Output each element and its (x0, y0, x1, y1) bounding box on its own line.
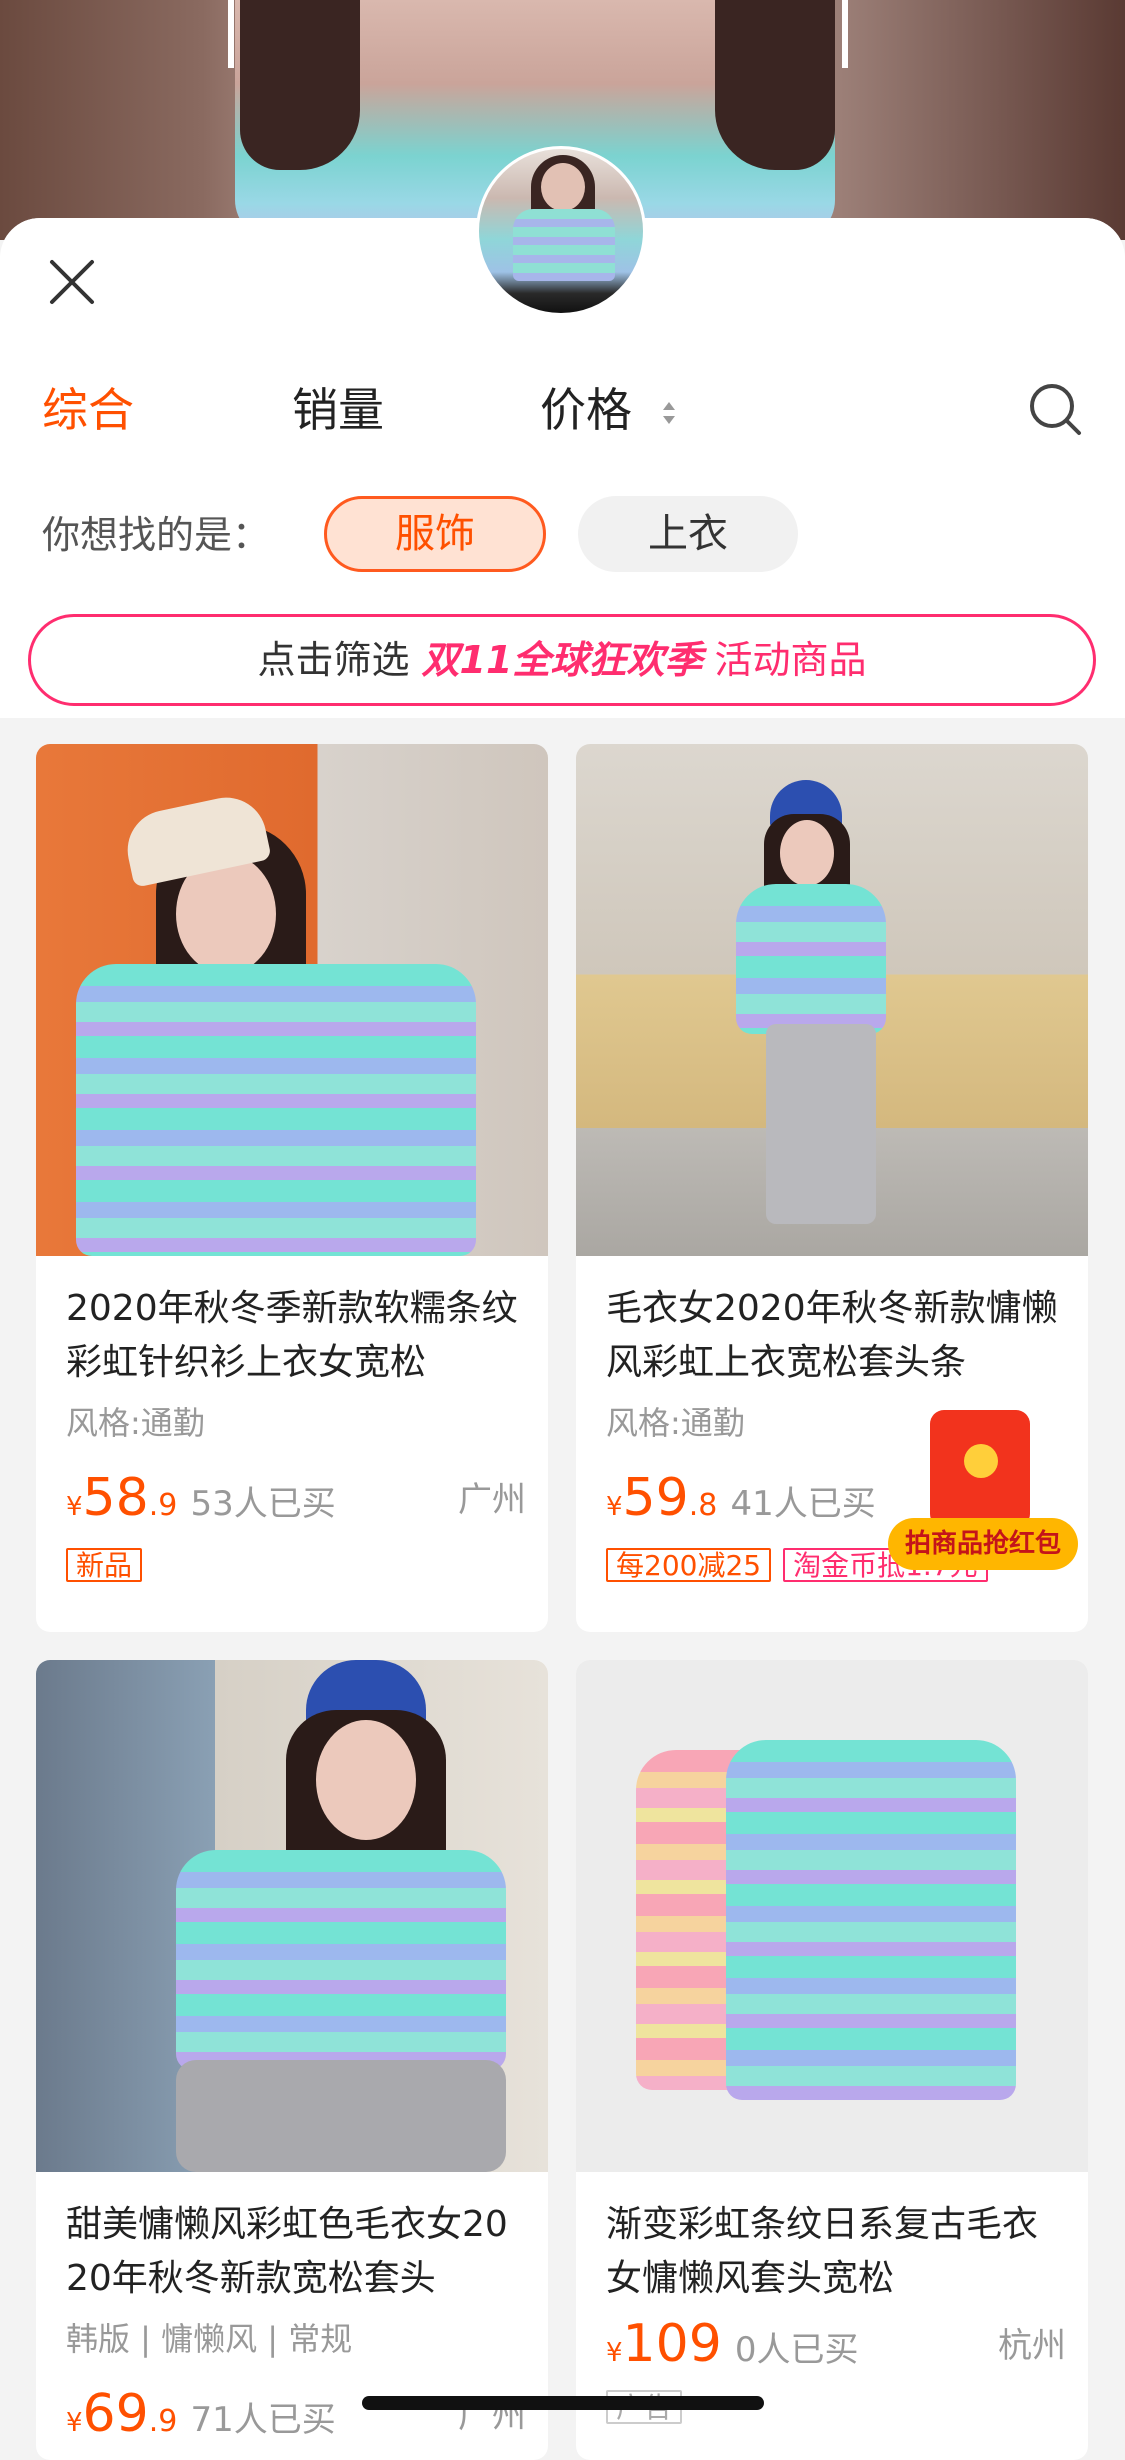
model-face (780, 820, 834, 886)
suggest-label: 你想找的是： (42, 513, 271, 557)
currency-symbol: ¥ (606, 2338, 623, 2368)
price-integer: 59 (622, 1468, 689, 1528)
price-integer: 58 (82, 1468, 149, 1528)
price-row: ¥109 0人已买 杭州 (606, 2314, 1066, 2378)
banner-suffix: 活动商品 (714, 638, 867, 682)
thumbnail-face (541, 163, 585, 211)
sold-count: 0人已买 (734, 2330, 859, 2370)
product-title[interactable]: 2020年秋冬季新款软糯条纹彩虹针织衫上衣女宽松 (66, 1282, 526, 1390)
product-title[interactable]: 渐变彩虹条纹日系复古毛衣女慵懒风套头宽松 (606, 2198, 1066, 2306)
tab-price[interactable]: 价格 (540, 370, 632, 450)
product-attributes: 风格:通勤 (606, 1404, 745, 1442)
product-title[interactable]: 甜美慵懒风彩虹色毛衣女2020年秋冬新款宽松套头 (66, 2198, 526, 2306)
video-frame-overlay (228, 0, 848, 68)
price-integer: 109 (622, 2314, 722, 2374)
model-pants (176, 2060, 506, 2172)
price-integer: 69 (82, 2384, 149, 2444)
red-packet-widget[interactable]: 拍商品抢红包 (888, 1400, 1078, 1576)
search-icon[interactable] (1026, 380, 1084, 438)
coin-icon (964, 1444, 998, 1478)
chip-apparel[interactable]: 服饰 (324, 496, 546, 572)
ship-city: 杭州 (998, 2326, 1066, 2366)
rainbow-sweater (176, 1850, 506, 2070)
sort-tabs: 综合 销量 价格 (0, 370, 1125, 450)
promo-filter-banner[interactable]: 点击筛选 双11全球狂欢季 活动商品 (28, 614, 1096, 706)
currency-symbol: ¥ (66, 2408, 83, 2438)
sort-arrows-icon[interactable] (660, 398, 678, 428)
product-card[interactable]: 渐变彩虹条纹日系复古毛衣女慵懒风套头宽松 ¥109 0人已买 杭州 广告 (576, 1660, 1088, 2460)
price-decimal: .9 (148, 1488, 178, 1523)
tab-comprehensive[interactable]: 综合 (42, 370, 134, 450)
tag-row: 新品 (66, 1548, 154, 1588)
new-tag: 新品 (66, 1548, 143, 1582)
product-image[interactable] (576, 1660, 1088, 2172)
sold-count: 41人已买 (730, 1484, 876, 1524)
product-card[interactable]: 甜美慵懒风彩虹色毛衣女2020年秋冬新款宽松套头 韩版 | 慵懒风 | 常规 ¥… (36, 1660, 548, 2460)
thumbnail-sweater (513, 209, 615, 281)
banner-highlight: 双11全球狂欢季 (421, 638, 703, 682)
currency-symbol: ¥ (606, 1492, 623, 1522)
discount-tag: 每200减25 (606, 1548, 772, 1582)
model-pants (766, 1024, 876, 1224)
rainbow-sweater (76, 964, 476, 1256)
tab-sales[interactable]: 销量 (292, 370, 384, 450)
product-attributes: 风格:通勤 (66, 1404, 205, 1442)
sold-count: 71人已买 (190, 2400, 336, 2440)
product-image[interactable] (576, 744, 1088, 1256)
video-thumbnail[interactable] (476, 146, 646, 316)
sold-count: 53人已买 (190, 1484, 336, 1524)
product-card[interactable]: 2020年秋冬季新款软糯条纹彩虹针织衫上衣女宽松 风格:通勤 ¥58.9 53人… (36, 744, 548, 1632)
price-decimal: .9 (148, 2404, 178, 2439)
model-face (316, 1720, 416, 1840)
red-packet-label: 拍商品抢红包 (888, 1518, 1078, 1570)
close-icon[interactable] (40, 250, 104, 314)
banner-prefix: 点击筛选 (257, 638, 410, 682)
ship-city: 广州 (458, 1480, 526, 1520)
product-title[interactable]: 毛衣女2020年秋冬新款慵懒风彩虹上衣宽松套头条 (606, 1282, 1066, 1390)
currency-symbol: ¥ (66, 1492, 83, 1522)
product-image[interactable] (36, 1660, 548, 2172)
price-row: ¥58.9 53人已买 广州 (66, 1468, 526, 1532)
blue-rainbow-sweater (726, 1740, 1016, 2100)
product-attributes: 韩版 | 慵懒风 | 常规 (66, 2320, 353, 2358)
product-image[interactable] (36, 744, 548, 1256)
home-indicator[interactable] (362, 2396, 764, 2410)
rainbow-sweater (736, 884, 886, 1034)
price-row: ¥69.9 71人已买 广州 (66, 2384, 526, 2448)
price-decimal: .8 (688, 1488, 718, 1523)
chip-tops[interactable]: 上衣 (578, 496, 798, 572)
